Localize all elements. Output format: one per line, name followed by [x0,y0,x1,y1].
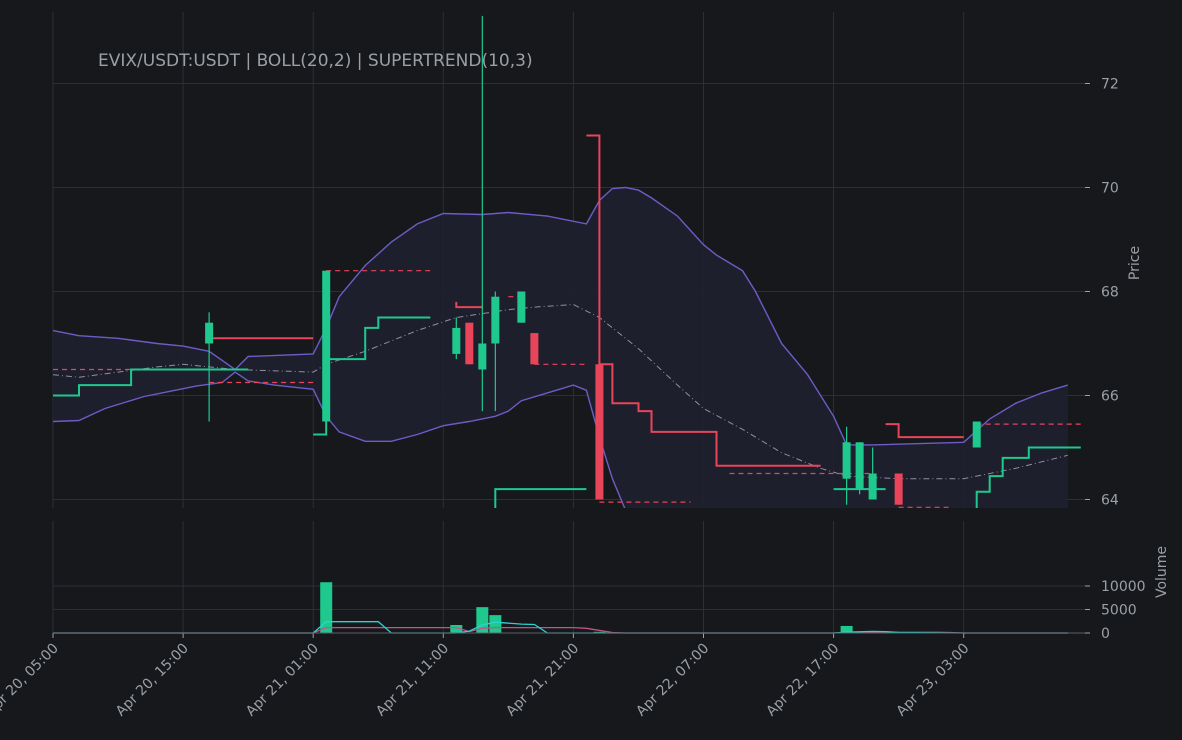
chart-title: EVIX/USDT:USDT | BOLL(20,2) | SUPERTREND… [98,51,533,71]
candle-body [855,442,864,490]
price-tick-label: 66 [1101,389,1119,405]
candle-body [530,333,539,365]
volume-bar [489,615,502,633]
volume-tick-label: 5000 [1101,603,1137,619]
candle-body [595,364,604,500]
candle-body [452,327,461,354]
price-volume-chart: Apr 20, 05:00 Apr 20, 15:00 Apr 21, 01:00 A… [0,0,1182,740]
price-tick-label: 68 [1101,285,1119,301]
candle-body [868,473,877,500]
candle-body [842,442,851,479]
candle-body [517,291,526,323]
candle-body [465,322,474,365]
candle-body [894,473,903,505]
volume-tick-label: 0 [1101,626,1110,642]
candle-body [322,270,331,422]
volume-axis-title: Volume [1154,546,1170,598]
price-tick-label: 72 [1101,77,1119,93]
price-tick-label: 64 [1101,493,1119,509]
price-tick-label: 70 [1101,181,1119,197]
candle-body [205,322,214,344]
price-axis-title: Price [1127,246,1143,280]
candle-body [491,296,500,344]
candle-body [478,343,487,370]
candle-body [972,421,981,448]
volume-tick-label: 10000 [1101,579,1146,595]
